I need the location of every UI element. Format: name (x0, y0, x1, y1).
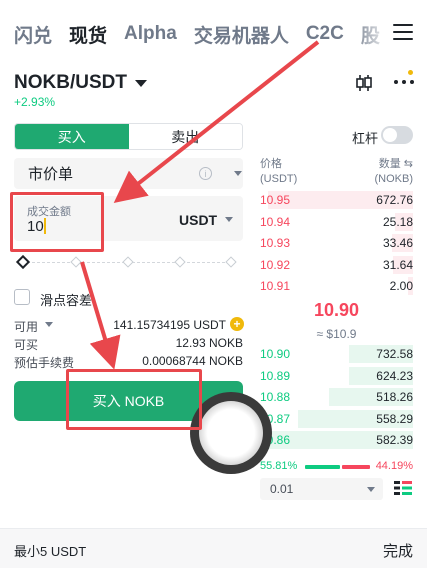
order-type-label: 市价单 (28, 166, 74, 183)
pair-selector[interactable]: NOKB/USDT (14, 72, 147, 94)
tab-c2c[interactable]: C2C (306, 23, 344, 45)
bid-row[interactable]: 10.90 732.58 (260, 345, 413, 363)
ask-price: 10.95 (260, 193, 291, 207)
slippage-checkbox[interactable] (14, 289, 30, 305)
available-row: 可用 141.15734195 USDT + (14, 317, 244, 334)
last-price-usd: ≈ $10.9 (316, 327, 357, 341)
floating-assistive-button[interactable] (190, 392, 272, 474)
tabs-fade (351, 18, 391, 50)
ask-row[interactable]: 10.91 2.00 (260, 277, 413, 295)
buy-sell-ratio: 55.81% 44.19% (260, 460, 413, 474)
ask-qty: 25.18 (382, 214, 413, 229)
add-funds-icon[interactable]: + (230, 317, 244, 331)
buyable-row: 可买 12.93 NOKB (14, 336, 243, 352)
ask-row[interactable]: 10.95 672.76 (260, 191, 413, 209)
bid-row[interactable]: 10.89 624.23 (260, 366, 413, 385)
highlight-buy-button (66, 369, 202, 430)
fee-label: 预估手续费 (14, 356, 75, 370)
chevron-down-icon[interactable] (45, 322, 53, 327)
price-step-value: 0.01 (270, 482, 294, 496)
bid-qty: 732.58 (376, 347, 413, 361)
ask-price: 10.92 (260, 257, 291, 272)
pair-name: NOKB/USDT (14, 72, 127, 93)
amount-slider[interactable] (15, 254, 237, 270)
ask-qty: 31.64 (382, 257, 413, 272)
ask-qty: 672.76 (376, 193, 413, 207)
bid-qty: 624.23 (376, 368, 413, 383)
buy-ratio: 55.81% (260, 460, 298, 472)
orderbook-layout-icon[interactable] (394, 480, 412, 496)
slider-node-50[interactable] (122, 256, 134, 268)
bid-qty: 518.26 (376, 390, 413, 404)
bid-row[interactable]: 10.86 582.39 (260, 431, 413, 449)
price-change: +2.93% (14, 95, 56, 109)
slider-handle[interactable] (15, 254, 31, 270)
chevron-down-icon (367, 487, 375, 492)
menu-icon[interactable] (393, 24, 413, 42)
notification-dot (408, 70, 413, 75)
price-header: 价格 (260, 158, 282, 170)
bid-row[interactable]: 10.88 518.26 (260, 388, 413, 406)
available-label: 可用 (14, 320, 39, 334)
buyable-label: 可买 (14, 338, 39, 352)
amount-unit-select[interactable]: USDT (179, 212, 217, 228)
qty-unit: (NOKB) (374, 173, 414, 185)
sell-tab[interactable]: 卖出 (128, 124, 242, 149)
chevron-down-icon (134, 79, 147, 87)
sell-ratio-bar (342, 465, 370, 469)
available-value: 141.15734195 USDT (113, 318, 226, 332)
ask-qty: 2.00 (389, 279, 413, 293)
ask-price: 10.91 (260, 279, 291, 293)
bid-price: 10.89 (260, 368, 291, 383)
ask-row[interactable]: 10.92 31.64 (260, 255, 413, 274)
sell-ratio: 44.19% (375, 460, 413, 472)
last-price[interactable]: 10.90 (260, 300, 413, 321)
price-step-select[interactable]: 0.01 (260, 478, 383, 500)
chevron-down-icon (225, 217, 233, 222)
info-icon[interactable]: i (199, 167, 212, 180)
leverage-toggle[interactable] (381, 126, 413, 144)
ask-price: 10.94 (260, 214, 291, 229)
bid-qty: 558.29 (376, 411, 413, 426)
tab-trading-bots[interactable]: 交易机器人 (194, 21, 289, 48)
chevron-down-icon (234, 171, 242, 176)
min-amount-note: 最小5 USDT (14, 544, 87, 559)
tab-alpha[interactable]: Alpha (124, 23, 177, 45)
bid-price: 10.88 (260, 390, 291, 404)
tab-convert[interactable]: 闪兑 (14, 21, 52, 48)
fee-value: 0.00068744 NOKB (142, 354, 243, 368)
buy-ratio-bar (305, 465, 340, 469)
ask-row[interactable]: 10.94 25.18 (260, 212, 413, 231)
side-toggle: 买入 卖出 (14, 123, 243, 150)
slippage-label: 滑点容差 (40, 293, 93, 308)
order-type-select[interactable]: 市价单 i (14, 158, 243, 189)
slider-node-25[interactable] (70, 256, 82, 268)
bid-row[interactable]: 10.87 558.29 (260, 409, 413, 428)
done-button[interactable]: 完成 (383, 540, 413, 561)
slider-node-75[interactable] (174, 256, 186, 268)
ask-price: 10.93 (260, 236, 291, 250)
buy-tab[interactable]: 买入 (15, 124, 129, 149)
price-unit: (USDT) (260, 173, 298, 185)
highlight-amount-box (10, 192, 104, 252)
ask-row[interactable]: 10.93 33.46 (260, 234, 413, 252)
more-options-icon[interactable] (394, 80, 414, 86)
ask-qty: 33.46 (382, 236, 413, 250)
keyboard-accessory-bar: 最小5 USDT 完成 (0, 528, 427, 568)
fee-row: 预估手续费 0.00068744 NOKB (14, 354, 243, 370)
qty-header: 数量 (378, 158, 401, 170)
tab-spot[interactable]: 现货 (69, 21, 107, 48)
slider-node-100[interactable] (225, 256, 237, 268)
bid-price: 10.90 (260, 347, 291, 361)
sort-icon[interactable]: ⇆ (404, 158, 413, 170)
candlestick-chart-icon[interactable] (354, 74, 374, 92)
bid-qty: 582.39 (376, 433, 413, 447)
buyable-value: 12.93 NOKB (175, 336, 243, 350)
leverage-label: 杠杆 (352, 131, 379, 146)
